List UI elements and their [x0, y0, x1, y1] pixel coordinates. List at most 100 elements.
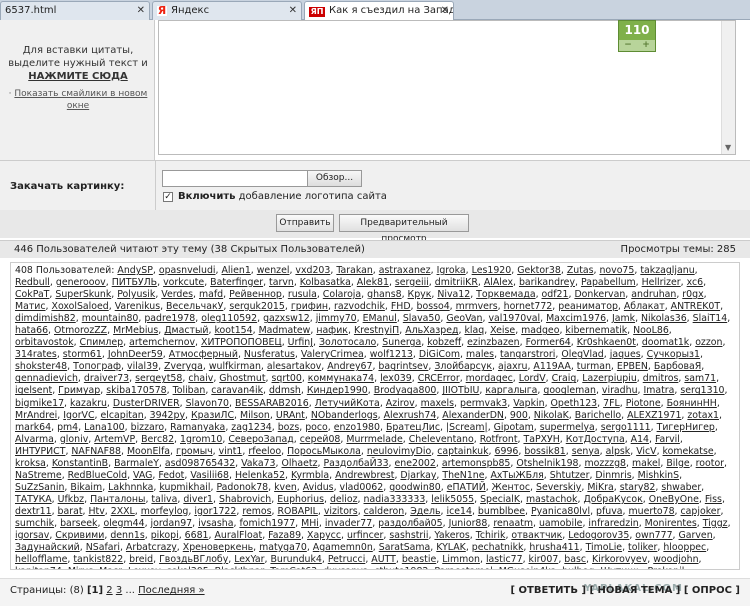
- user-link[interactable]: Former64: [526, 337, 571, 348]
- user-link[interactable]: Polyusik: [117, 289, 155, 300]
- user-link[interactable]: hellofflame: [15, 554, 67, 565]
- user-link[interactable]: РаздолбаЙ33: [323, 458, 388, 469]
- user-link[interactable]: XoxolSaloed: [52, 301, 109, 312]
- tab-close-icon[interactable]: ✕: [441, 2, 449, 19]
- user-link[interactable]: KonstantinB: [52, 458, 108, 469]
- user-link[interactable]: MishkinS: [638, 470, 679, 481]
- user-link[interactable]: ALEXZ1971: [627, 410, 681, 421]
- user-link[interactable]: Атмосферный: [169, 349, 238, 360]
- tab-file[interactable]: 6537.html ✕: [0, 1, 150, 20]
- user-link[interactable]: jimmy70: [316, 313, 357, 324]
- user-link[interactable]: BlackIbnar: [215, 566, 265, 569]
- user-link[interactable]: AUTT: [371, 554, 396, 565]
- user-link[interactable]: Burunduk4: [270, 554, 321, 565]
- user-link[interactable]: TimoLie: [586, 542, 623, 553]
- user-link[interactable]: ene2002: [395, 458, 436, 469]
- user-link[interactable]: 6996: [495, 446, 519, 457]
- user-link[interactable]: mafd: [199, 289, 223, 300]
- user-link[interactable]: Rotfront: [480, 434, 518, 445]
- user-link[interactable]: pikopi: [151, 530, 179, 541]
- user-link[interactable]: razvodchik: [334, 301, 385, 312]
- user-link[interactable]: UrfinJ: [288, 337, 313, 348]
- user-link[interactable]: NooL86: [633, 325, 669, 336]
- user-link[interactable]: turman: [577, 361, 611, 372]
- user-link[interactable]: Verdes: [161, 289, 193, 300]
- user-link[interactable]: Milson: [240, 410, 270, 421]
- user-link[interactable]: lex039: [380, 373, 412, 384]
- user-link[interactable]: ArtemVP: [94, 434, 135, 445]
- tab-close-icon[interactable]: ✕: [137, 2, 145, 19]
- user-link[interactable]: Paracetamol: [434, 566, 492, 569]
- user-link[interactable]: serg1310: [680, 385, 724, 396]
- user-link[interactable]: Andrewbrest: [335, 470, 394, 481]
- user-link[interactable]: woodjohn: [653, 554, 698, 565]
- user-link[interactable]: taliva: [151, 494, 177, 505]
- user-link[interactable]: ivsasha: [198, 518, 233, 529]
- user-link[interactable]: bumblbee: [478, 506, 525, 517]
- user-link[interactable]: MrAndrei: [15, 410, 57, 421]
- user-link[interactable]: kven: [274, 482, 297, 493]
- user-link[interactable]: shwaber: [661, 482, 701, 493]
- user-link[interactable]: sqrt00: [272, 373, 302, 384]
- user-link[interactable]: Злойбарсук: [434, 361, 492, 372]
- user-link[interactable]: duvsanya: [323, 566, 368, 569]
- user-link[interactable]: Brodyaga800: [374, 385, 437, 396]
- user-link[interactable]: viradhu: [602, 385, 638, 396]
- user-link[interactable]: Arbatcrazy: [126, 542, 177, 553]
- scroll-down-icon[interactable]: ▼: [725, 143, 731, 152]
- new-topic-button[interactable]: [ НОВАЯ ТЕМА ]: [590, 585, 681, 596]
- user-link[interactable]: Матис: [15, 301, 46, 312]
- user-link[interactable]: ЛетучийКота: [315, 398, 380, 409]
- user-link[interactable]: Аблакат: [624, 301, 665, 312]
- show-smilies-link[interactable]: Показать смайлики в новом окне: [14, 89, 147, 111]
- user-link[interactable]: zotax1: [687, 410, 719, 421]
- user-link[interactable]: Zveryga: [164, 361, 203, 372]
- user-link[interactable]: KYLAK: [436, 542, 466, 553]
- user-link[interactable]: GeoVan: [446, 313, 482, 324]
- user-link[interactable]: Kr0shkaen0t: [577, 337, 636, 348]
- user-link[interactable]: отвактчик: [511, 530, 562, 541]
- user-link[interactable]: doomat1k: [642, 337, 689, 348]
- user-link[interactable]: sergo1111: [601, 422, 651, 433]
- user-link[interactable]: АльХазред: [405, 325, 458, 336]
- user-link[interactable]: Shtutzer: [550, 470, 590, 481]
- user-link[interactable]: basc: [564, 554, 586, 565]
- user-link[interactable]: Ghostmut: [219, 373, 265, 384]
- user-link[interactable]: BESSARAB2016: [235, 398, 309, 409]
- user-link[interactable]: bagrintsev: [378, 361, 428, 372]
- user-link[interactable]: Ramanyaka: [170, 422, 225, 433]
- user-link[interactable]: TomCat63: [270, 566, 317, 569]
- user-link[interactable]: Alien1: [222, 265, 251, 276]
- user-link[interactable]: ajaxru: [498, 361, 527, 372]
- user-link[interactable]: Lana100: [84, 422, 125, 433]
- user-link[interactable]: igorsav: [15, 530, 49, 541]
- user-link[interactable]: tarvn: [269, 277, 294, 288]
- user-link[interactable]: A119AA: [533, 361, 570, 372]
- browse-button[interactable]: Обзор...: [307, 170, 362, 187]
- user-link[interactable]: kupmikhail: [159, 482, 210, 493]
- user-link[interactable]: Papabellum: [581, 277, 636, 288]
- user-link[interactable]: males: [466, 349, 494, 360]
- user-link[interactable]: Крук: [408, 289, 432, 300]
- user-link[interactable]: Macr: [99, 566, 122, 569]
- user-link[interactable]: senya: [572, 446, 600, 457]
- user-link[interactable]: breid: [129, 554, 153, 565]
- user-link[interactable]: Agamemn0n: [313, 542, 373, 553]
- user-link[interactable]: ГвоздьВГлобу: [159, 554, 228, 565]
- user-link[interactable]: JohnDeer59: [108, 349, 163, 360]
- user-link[interactable]: Cheleventano: [409, 434, 474, 445]
- user-link[interactable]: DiGiCom: [419, 349, 460, 360]
- user-link[interactable]: own777: [635, 530, 672, 541]
- user-link[interactable]: invader77: [325, 518, 372, 529]
- user-link[interactable]: Lakhnnka: [108, 482, 153, 493]
- user-link[interactable]: Lazerpiupiu: [582, 373, 637, 384]
- user-link[interactable]: каргалыга: [485, 385, 537, 396]
- user-link[interactable]: Tiggz: [703, 518, 728, 529]
- user-link[interactable]: Задунайский: [15, 542, 80, 553]
- user-link[interactable]: mastachok: [526, 494, 577, 505]
- user-link[interactable]: Mirus: [68, 566, 93, 569]
- page-link[interactable]: 2: [106, 585, 112, 596]
- user-link[interactable]: Olhaetz: [281, 458, 317, 469]
- quote-insert-link[interactable]: НАЖМИТЕ СЮДА: [28, 71, 128, 82]
- user-link[interactable]: ПоросьМыкола: [287, 446, 361, 457]
